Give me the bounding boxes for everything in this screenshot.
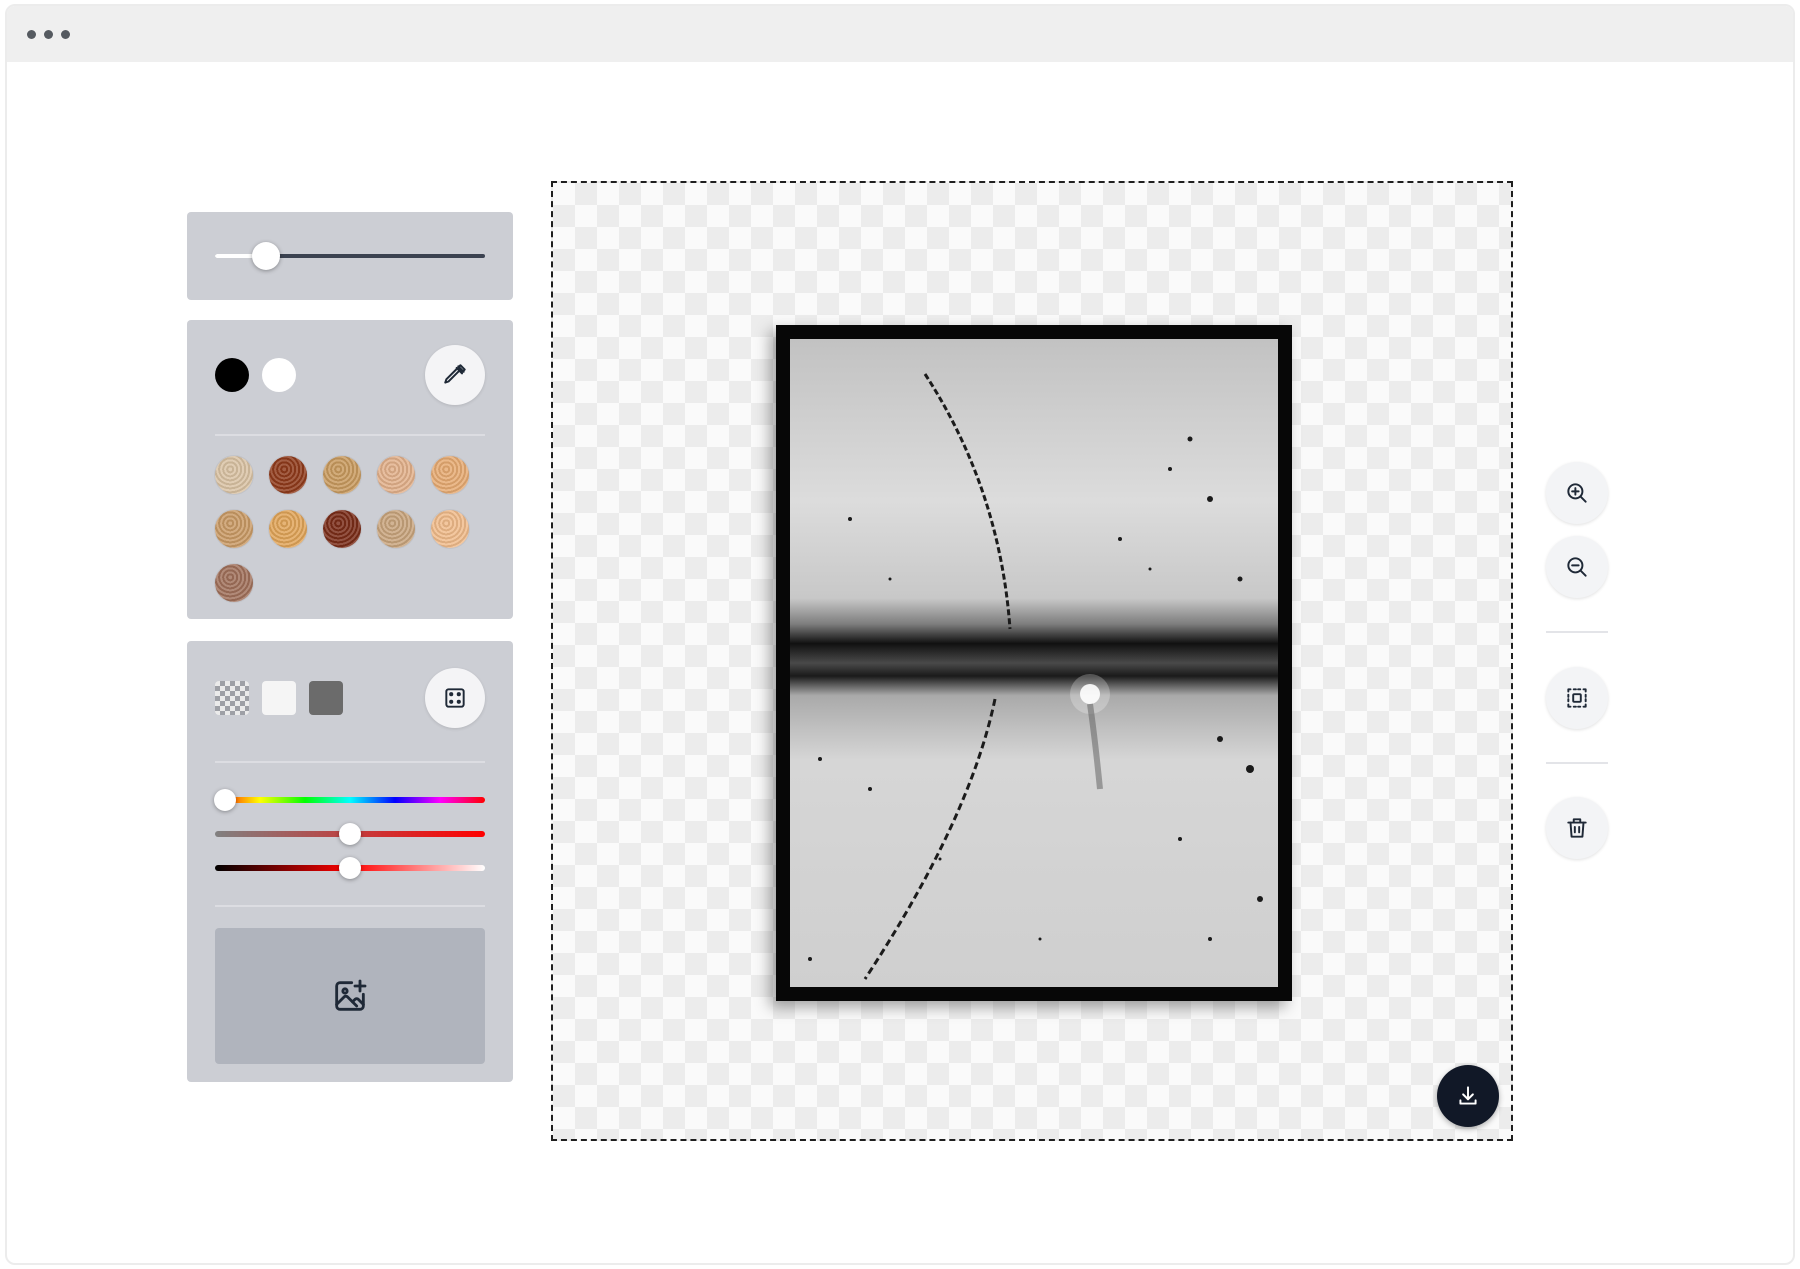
window-dot-2 (44, 30, 53, 39)
saturation-slider-thumb[interactable] (339, 823, 361, 845)
fit-to-screen-icon (1567, 688, 1587, 708)
eyedropper-button[interactable] (425, 345, 485, 405)
color-divider (215, 434, 485, 436)
eyedropper-icon (444, 364, 466, 384)
wood-texture-swatch[interactable] (215, 564, 253, 602)
hue-slider[interactable] (214, 789, 485, 811)
zoom-in-icon (1567, 483, 1587, 503)
download-button[interactable] (1437, 1065, 1499, 1127)
image-add-icon (335, 979, 367, 1011)
hue-slider-thumb[interactable] (214, 789, 236, 811)
color-swatch-white[interactable] (262, 358, 296, 392)
color-swatch-black[interactable] (215, 358, 249, 392)
saturation-slider[interactable] (215, 823, 485, 845)
wood-texture-swatch[interactable] (323, 510, 361, 548)
fit-to-screen-button[interactable] (1546, 667, 1608, 729)
lightness-slider[interactable] (215, 857, 485, 879)
wood-texture-swatch[interactable] (215, 510, 253, 548)
editor-canvas[interactable] (551, 181, 1513, 1141)
wood-texture-swatch[interactable] (431, 510, 469, 548)
zoom-in-button[interactable] (1546, 462, 1608, 524)
photo (790, 339, 1278, 987)
delete-button[interactable] (1546, 797, 1608, 859)
zoom-out-icon (1567, 557, 1587, 577)
toolbar-divider-1 (1546, 631, 1608, 633)
window-dot-1 (27, 30, 36, 39)
photo-texture (808, 373, 1263, 980)
trash-icon (1567, 818, 1587, 838)
window-dot-3 (61, 30, 70, 39)
upload-background-image-button[interactable] (215, 928, 485, 1064)
wood-texture-swatch[interactable] (431, 456, 469, 494)
wood-texture-swatch[interactable] (323, 456, 361, 494)
background-divider-2 (215, 905, 485, 907)
framed-photo[interactable] (776, 325, 1292, 1001)
background-dark-option[interactable] (309, 681, 343, 715)
color-panel (187, 320, 513, 619)
dice-icon (445, 688, 465, 708)
lightness-slider-thumb[interactable] (339, 857, 361, 879)
zoom-out-button[interactable] (1546, 536, 1608, 598)
brush-size-panel (187, 212, 513, 300)
brush-size-thumb[interactable] (252, 242, 280, 270)
window-titlebar (7, 6, 1793, 62)
download-icon (1459, 1086, 1477, 1105)
background-divider-1 (215, 761, 485, 763)
background-transparent-option[interactable] (215, 681, 249, 715)
background-light-option[interactable] (262, 681, 296, 715)
random-background-button[interactable] (425, 668, 485, 728)
brush-size-slider[interactable] (215, 242, 485, 270)
wood-texture-swatch[interactable] (377, 510, 415, 548)
wood-texture-swatch[interactable] (269, 510, 307, 548)
wood-texture-swatch[interactable] (215, 456, 253, 494)
toolbar-divider-2 (1546, 762, 1608, 764)
wood-texture-swatch[interactable] (377, 456, 415, 494)
background-panel (187, 641, 513, 1082)
wood-texture-swatch[interactable] (269, 456, 307, 494)
